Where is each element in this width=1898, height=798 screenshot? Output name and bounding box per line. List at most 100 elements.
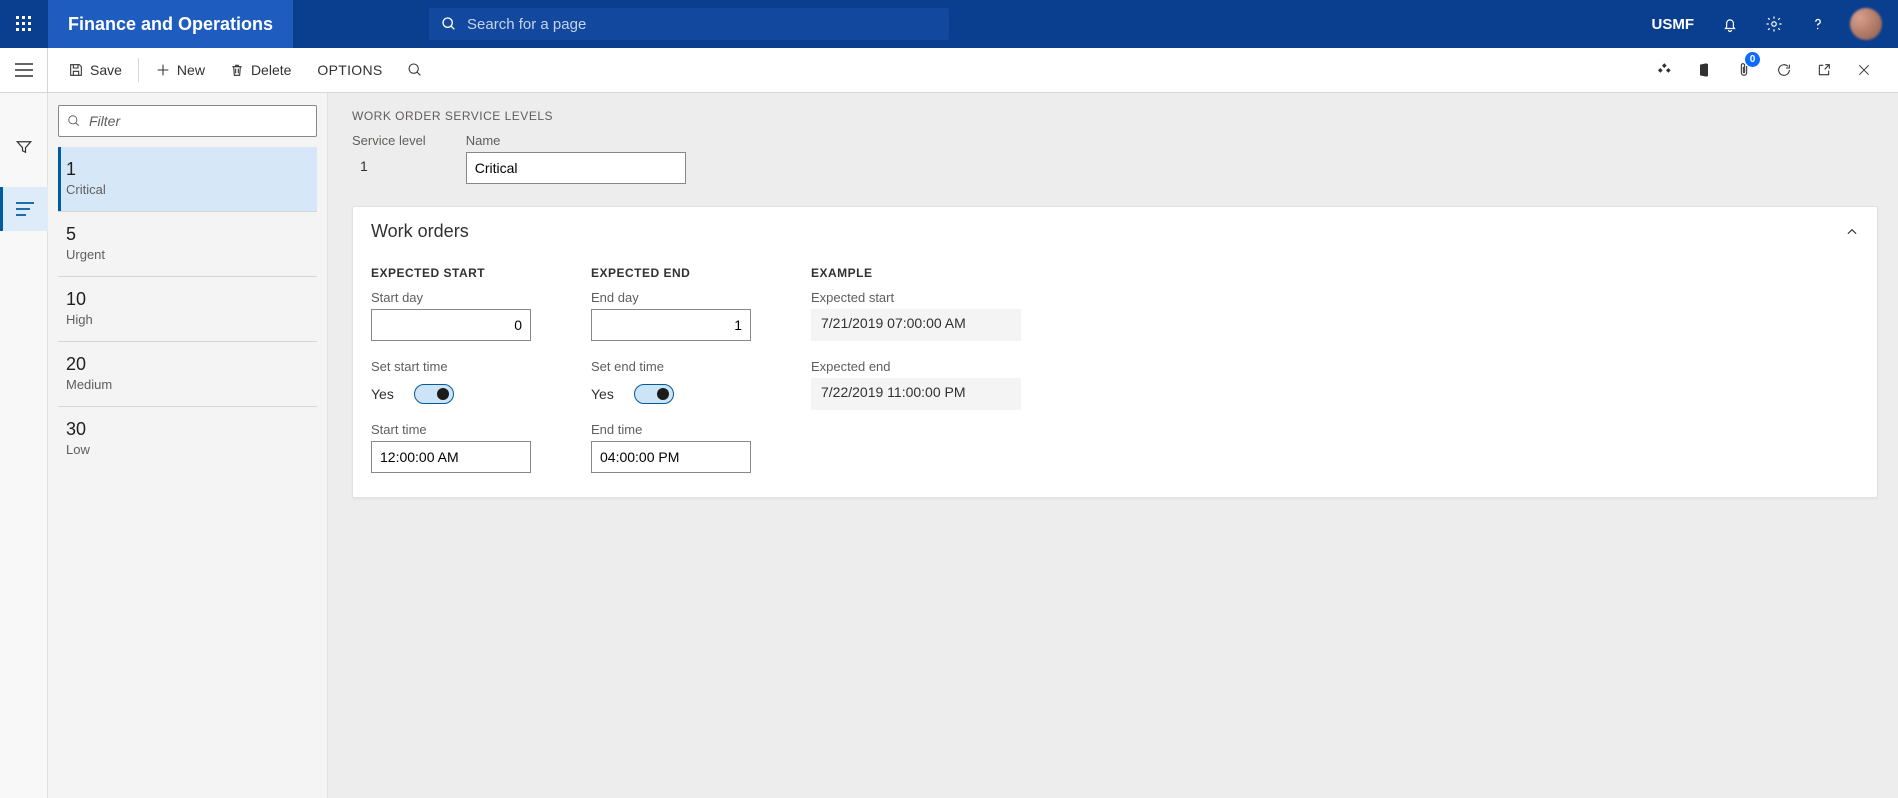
refresh-icon	[1776, 62, 1792, 78]
list-item-medium[interactable]: 20 Medium	[58, 341, 317, 406]
example-heading: EXAMPLE	[811, 266, 1021, 280]
example-expected-start-label: Expected start	[811, 290, 1021, 305]
expected-end-column: EXPECTED END End day Set end time Yes En…	[591, 266, 751, 473]
options-button[interactable]: OPTIONS	[303, 62, 396, 78]
list-item-num: 10	[66, 289, 309, 310]
detail-pane: WORK ORDER SERVICE LEVELS Service level …	[328, 93, 1898, 798]
name-input[interactable]	[466, 152, 686, 184]
list-filter-input[interactable]	[89, 113, 308, 129]
delete-button[interactable]: Delete	[217, 48, 303, 92]
global-search-input[interactable]	[467, 16, 937, 33]
list-item-num: 30	[66, 419, 309, 440]
list-item-label: Medium	[66, 377, 309, 392]
expected-start-column: EXPECTED START Start day Set start time …	[371, 266, 531, 473]
example-column: EXAMPLE Expected start 7/21/2019 07:00:0…	[811, 266, 1021, 473]
end-time-label: End time	[591, 422, 751, 437]
bell-icon	[1721, 15, 1739, 33]
search-icon	[407, 62, 423, 78]
settings-button[interactable]	[1754, 0, 1794, 48]
help-button[interactable]	[1798, 0, 1838, 48]
funnel-icon	[15, 138, 33, 156]
search-icon	[441, 16, 457, 32]
gear-icon	[1765, 15, 1783, 33]
trash-icon	[229, 62, 245, 78]
close-button[interactable]	[1846, 48, 1882, 92]
attachments-button[interactable]: 0	[1726, 48, 1762, 92]
search-icon	[67, 114, 81, 128]
start-day-input[interactable]	[371, 309, 531, 341]
page-breadcrumb: WORK ORDER SERVICE LEVELS	[352, 109, 1878, 123]
save-label: Save	[90, 62, 122, 78]
list-item-urgent[interactable]: 5 Urgent	[58, 211, 317, 276]
work-orders-card: Work orders EXPECTED START Start day Set…	[352, 206, 1878, 498]
card-header[interactable]: Work orders	[353, 207, 1877, 256]
lines-icon	[16, 202, 34, 216]
company-selector[interactable]: USMF	[1640, 16, 1707, 33]
list-item-label: Critical	[66, 182, 309, 197]
filter-pane-button[interactable]	[0, 125, 48, 169]
list-item-label: High	[66, 312, 309, 327]
new-button[interactable]: New	[143, 48, 217, 92]
workspace: 1 Critical 5 Urgent 10 High 20 Medium 30…	[0, 93, 1898, 798]
list-item-high[interactable]: 10 High	[58, 276, 317, 341]
list-item-label: Urgent	[66, 247, 309, 262]
notifications-button[interactable]	[1710, 0, 1750, 48]
close-icon	[1857, 63, 1871, 77]
office-button[interactable]	[1686, 48, 1722, 92]
user-avatar[interactable]	[1850, 8, 1882, 40]
card-title: Work orders	[371, 221, 469, 242]
start-day-label: Start day	[371, 290, 531, 305]
actionbar-row: Save New Delete OPTIONS 0	[0, 48, 1898, 93]
list-item-num: 5	[66, 224, 309, 245]
save-icon	[68, 62, 84, 78]
expected-end-heading: EXPECTED END	[591, 266, 751, 280]
popout-button[interactable]	[1806, 48, 1842, 92]
list-item-critical[interactable]: 1 Critical	[58, 147, 317, 211]
list-pane-button[interactable]	[0, 187, 48, 231]
personalize-button[interactable]	[1646, 48, 1682, 92]
end-time-input[interactable]	[591, 441, 751, 473]
start-time-input[interactable]	[371, 441, 531, 473]
set-end-time-label: Set end time	[591, 359, 751, 374]
list-item-low[interactable]: 30 Low	[58, 406, 317, 471]
example-expected-end-label: Expected end	[811, 359, 1021, 374]
list-pane: 1 Critical 5 Urgent 10 High 20 Medium 30…	[48, 93, 328, 798]
topbar: Finance and Operations USMF	[0, 0, 1898, 48]
office-icon	[1696, 62, 1712, 78]
page-search-button[interactable]	[397, 48, 433, 92]
list-filter[interactable]	[58, 105, 317, 137]
diamonds-icon	[1656, 62, 1672, 78]
delete-label: Delete	[251, 62, 291, 78]
new-label: New	[177, 62, 205, 78]
end-day-label: End day	[591, 290, 751, 305]
service-level-label: Service level	[352, 133, 426, 148]
hamburger-icon	[15, 63, 33, 77]
end-day-input[interactable]	[591, 309, 751, 341]
set-start-time-label: Set start time	[371, 359, 531, 374]
set-end-time-value: Yes	[591, 386, 614, 402]
start-time-label: Start time	[371, 422, 531, 437]
actionbar: Save New Delete OPTIONS 0	[48, 48, 1898, 92]
attachments-badge: 0	[1745, 52, 1760, 67]
separator	[138, 58, 139, 82]
list-item-num: 20	[66, 354, 309, 375]
list-item-num: 1	[66, 159, 309, 180]
example-expected-start-value: 7/21/2019 07:00:00 AM	[811, 309, 1021, 341]
help-icon	[1809, 15, 1827, 33]
global-search[interactable]	[429, 8, 949, 40]
refresh-button[interactable]	[1766, 48, 1802, 92]
plus-icon	[155, 62, 171, 78]
left-rail	[0, 93, 48, 798]
header-fields: Service level 1 Name	[352, 133, 1878, 184]
app-title: Finance and Operations	[48, 0, 293, 48]
chevron-up-icon	[1845, 225, 1859, 239]
save-button[interactable]: Save	[56, 48, 134, 92]
nav-pane-toggle[interactable]	[0, 48, 48, 92]
app-launcher-button[interactable]	[0, 0, 48, 48]
set-end-time-toggle[interactable]	[634, 384, 674, 404]
set-start-time-value: Yes	[371, 386, 394, 402]
name-label: Name	[466, 133, 686, 148]
service-level-value: 1	[352, 152, 426, 184]
expected-start-heading: EXPECTED START	[371, 266, 531, 280]
set-start-time-toggle[interactable]	[414, 384, 454, 404]
